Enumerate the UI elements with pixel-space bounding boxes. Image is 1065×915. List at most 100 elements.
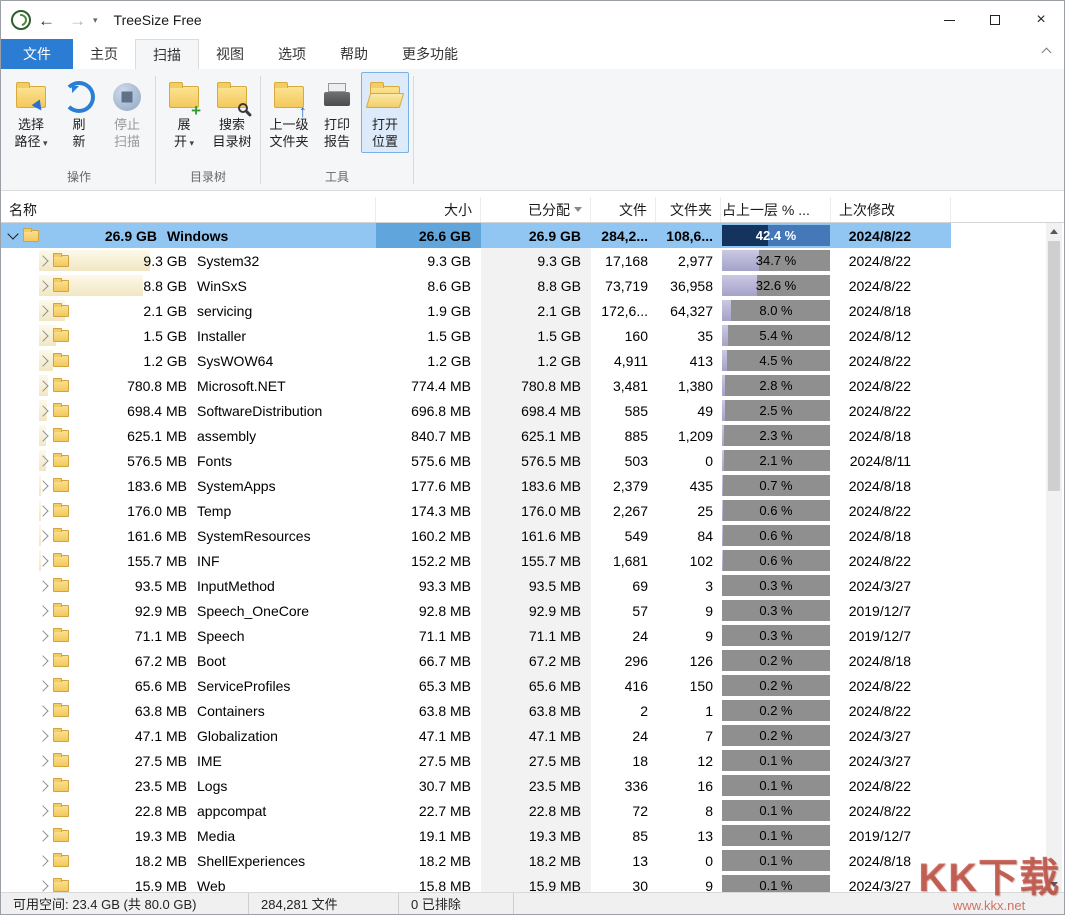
column-header-6[interactable]: 上次修改	[831, 197, 951, 222]
table-row[interactable]: 8.8 GB WinSxS 8.6 GB 8.8 GB 73,719 36,958 32.6…	[1, 273, 951, 298]
folder-icon	[23, 227, 39, 242]
tab-home[interactable]: 主页	[73, 39, 135, 69]
table-row[interactable]: 63.8 MB Containers 63.8 MB 63.8 MB 2 1 0.2 % 20…	[1, 698, 951, 723]
percent-cell: 34.7 %	[721, 248, 831, 273]
percent-bar: 2.8 %	[722, 375, 830, 396]
size-cell: 1.9 GB	[427, 302, 471, 319]
nav-dropdown-icon[interactable]: ▾	[93, 15, 98, 26]
chevron-right-icon[interactable]	[37, 754, 49, 767]
table-row[interactable]: 176.0 MB Temp 174.3 MB 176.0 MB 2,267 25 0.6 %…	[1, 498, 951, 523]
table-row[interactable]: 47.1 MB Globalization 47.1 MB 47.1 MB 24 7 0.2…	[1, 723, 951, 748]
column-header-4[interactable]: 文件夹	[656, 197, 721, 222]
table-row[interactable]: 23.5 MB Logs 30.7 MB 23.5 MB 336 16 0.1 % 2024/…	[1, 773, 951, 798]
chevron-right-icon[interactable]	[37, 629, 49, 642]
files-cell: 2	[640, 702, 648, 719]
chevron-up-icon	[1041, 47, 1052, 58]
column-header-0[interactable]: 名称	[1, 197, 376, 222]
chevron-right-icon[interactable]	[37, 579, 49, 592]
tab-options[interactable]: 选项	[261, 39, 323, 69]
table-row[interactable]: 19.3 MB Media 19.1 MB 19.3 MB 85 13 0.1 % 2019/…	[1, 823, 951, 848]
table-row[interactable]: 71.1 MB Speech 71.1 MB 71.1 MB 24 9 0.3 % 2019/…	[1, 623, 951, 648]
close-button[interactable]: ×	[1018, 1, 1064, 39]
folders-cell: 413	[689, 352, 713, 369]
table-row[interactable]: 26.9 GB Windows 26.6 GB 26.9 GB 284,2... 108,…	[1, 223, 951, 248]
table-row[interactable]: 18.2 MB ShellExperiences 18.2 MB 18.2 MB 13 0…	[1, 848, 951, 873]
table-row[interactable]: 1.5 GB Installer 1.5 GB 1.5 GB 160 35 5.4 % 202…	[1, 323, 951, 348]
button-label: 文件夹	[269, 134, 309, 149]
column-header-5[interactable]: 占上一层 % ...	[721, 197, 831, 222]
table-row[interactable]: 161.6 MB SystemResources 160.2 MB 161.6 MB 5…	[1, 523, 951, 548]
chevron-right-icon[interactable]	[37, 679, 49, 692]
tab-scan[interactable]: 扫描	[135, 39, 199, 69]
name-cell: 63.8 MB Containers	[1, 698, 376, 723]
minimize-button[interactable]	[926, 1, 972, 39]
folder-size-label: 93.5 MB	[134, 577, 187, 594]
column-header-2[interactable]: 已分配	[481, 197, 591, 222]
print-report-button[interactable]: 打印 报告	[313, 72, 361, 153]
scrollbar-thumb[interactable]	[1048, 241, 1060, 491]
table-row[interactable]: 183.6 MB SystemApps 177.6 MB 183.6 MB 2,379 4…	[1, 473, 951, 498]
percent-bar: 0.6 %	[722, 500, 830, 521]
tab-file[interactable]: 文件	[1, 39, 73, 69]
table-row[interactable]: 27.5 MB IME 27.5 MB 27.5 MB 18 12 0.1 % 2024/3/…	[1, 748, 951, 773]
chevron-down-icon[interactable]	[7, 227, 19, 240]
maximize-button[interactable]	[972, 1, 1018, 39]
files-cell: 30	[632, 877, 648, 894]
column-header-1[interactable]: 大小	[376, 197, 481, 222]
table-row[interactable]: 155.7 MB INF 152.2 MB 155.7 MB 1,681 102 0.6 %…	[1, 548, 951, 573]
table-row[interactable]: 92.9 MB Speech_OneCore 92.8 MB 92.9 MB 57 9 0.…	[1, 598, 951, 623]
allocated-cell: 93.5 MB	[481, 573, 591, 598]
table-row[interactable]: 65.6 MB ServiceProfiles 65.3 MB 65.6 MB 416 1…	[1, 673, 951, 698]
table-row[interactable]: 576.5 MB Fonts 575.6 MB 576.5 MB 503 0 2.1 % 20…	[1, 448, 951, 473]
table-row[interactable]: 67.2 MB Boot 66.7 MB 67.2 MB 296 126 0.2 % 2024…	[1, 648, 951, 673]
table-row[interactable]: 2.1 GB servicing 1.9 GB 2.1 GB 172,6... 64,32…	[1, 298, 951, 323]
refresh-button[interactable]: 刷新	[55, 72, 103, 153]
percent-bar: 2.1 %	[722, 450, 830, 471]
collapse-ribbon-button[interactable]	[1041, 47, 1052, 58]
table-row[interactable]: 1.2 GB SysWOW64 1.2 GB 1.2 GB 4,911 413 4.5 % 2…	[1, 348, 951, 373]
chevron-right-icon[interactable]	[37, 804, 49, 817]
column-header-3[interactable]: 文件	[591, 197, 656, 222]
chevron-right-icon[interactable]	[37, 854, 49, 867]
chevron-right-icon[interactable]	[37, 704, 49, 717]
open-location-button[interactable]: 打开 位置	[361, 72, 409, 153]
percent-bar: 0.1 %	[722, 850, 830, 871]
scroll-up-button[interactable]	[1046, 223, 1062, 239]
table-row[interactable]: 9.3 GB System32 9.3 GB 9.3 GB 17,168 2,977 34.…	[1, 248, 951, 273]
chevron-right-icon[interactable]	[37, 879, 49, 892]
table-row[interactable]: 22.8 MB appcompat 22.7 MB 22.8 MB 72 8 0.1 % 20…	[1, 798, 951, 823]
table-body: 26.9 GB Windows 26.6 GB 26.9 GB 284,2... 108,…	[1, 223, 951, 894]
modified-cell: 2024/8/18	[848, 527, 911, 544]
scroll-down-button[interactable]	[1046, 876, 1062, 892]
tab-more-features[interactable]: 更多功能	[385, 39, 475, 69]
size-cell: 9.3 GB	[427, 252, 471, 269]
search-tree-button[interactable]: 搜索 目录树	[208, 72, 256, 153]
table-row[interactable]: 698.4 MB SoftwareDistribution 696.8 MB 698.…	[1, 398, 951, 423]
table-row[interactable]: 93.5 MB InputMethod 93.3 MB 93.5 MB 69 3 0.3 %…	[1, 573, 951, 598]
percent-bar: 0.7 %	[722, 475, 830, 496]
back-icon[interactable]: ←	[38, 12, 55, 29]
ribbon-tab-bar: 文件 主页 扫描 视图 选项 帮助 更多功能	[1, 39, 1064, 69]
expand-button[interactable]: + 展开 ▾	[160, 72, 208, 155]
select-path-button[interactable]: 选择 路径 ▾	[7, 72, 55, 155]
parent-folder-button[interactable]: ↑ 上一级 文件夹	[265, 72, 313, 153]
modified-cell: 2024/3/27	[848, 877, 911, 894]
table-row[interactable]: 780.8 MB Microsoft.NET 774.4 MB 780.8 MB 3,4…	[1, 373, 951, 398]
folder-name: assembly	[197, 427, 257, 444]
chevron-right-icon[interactable]	[37, 604, 49, 617]
chevron-right-icon[interactable]	[37, 729, 49, 742]
files-cell: 17,168	[605, 252, 648, 269]
forward-icon[interactable]: →	[69, 12, 86, 29]
vertical-scrollbar[interactable]	[1046, 223, 1062, 892]
chevron-right-icon[interactable]	[37, 654, 49, 667]
table-row[interactable]: 625.1 MB assembly 840.7 MB 625.1 MB 885 1,209…	[1, 423, 951, 448]
tab-help[interactable]: 帮助	[323, 39, 385, 69]
table-row[interactable]: 15.9 MB Web 15.8 MB 15.9 MB 30 9 0.1 % 2024/3/2…	[1, 873, 951, 894]
stop-scan-button[interactable]: 停止 扫描	[103, 72, 151, 153]
chevron-right-icon[interactable]	[37, 779, 49, 792]
folder-size-label: 155.7 MB	[127, 552, 187, 569]
tab-view[interactable]: 视图	[199, 39, 261, 69]
folder-name: Globalization	[197, 727, 278, 744]
chevron-right-icon[interactable]	[37, 829, 49, 842]
ribbon: 选择 路径 ▾ 刷新停止 扫描 操作 + 展开 ▾ 搜索 目录树 目录树 ↑ 上一级 文件夹 打印 报告 打开…	[1, 69, 1064, 191]
